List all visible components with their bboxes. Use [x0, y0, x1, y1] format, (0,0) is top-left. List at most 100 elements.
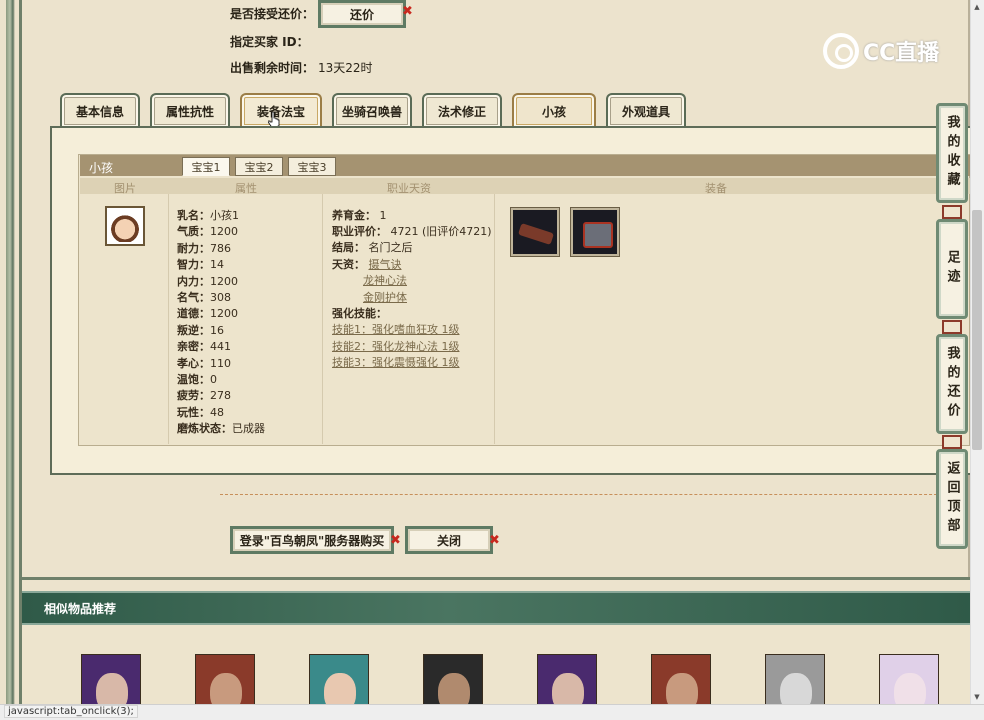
- similar-item-thumbnail[interactable]: [423, 654, 483, 708]
- attribute-value: 308: [210, 291, 231, 304]
- tab-label: 坐骑召唤兽: [341, 104, 402, 119]
- tab-equipment[interactable]: 装备法宝: [240, 93, 322, 127]
- skills-label: 强化技能：: [332, 307, 387, 320]
- child-section-title: 小孩: [89, 161, 114, 175]
- attribute-key: 亲密：: [177, 340, 210, 354]
- eval-row: 职业评价： 4721 (旧评价4721): [332, 223, 492, 239]
- tab-attributes[interactable]: 属性抗性: [150, 93, 230, 127]
- counter-offer-label: 还价: [349, 7, 374, 22]
- gift-link[interactable]: 金刚护体: [363, 289, 407, 305]
- attribute-key: 疲劳：: [177, 389, 210, 403]
- similar-item-thumbnail[interactable]: [309, 654, 369, 708]
- side-back-to-top[interactable]: 返回顶部: [936, 449, 968, 549]
- side-label: 返回顶部: [944, 461, 960, 537]
- tab-mounts-pets[interactable]: 坐骑召唤兽: [332, 93, 412, 127]
- tab-baby-2[interactable]: 宝宝2: [235, 157, 283, 176]
- similar-item-thumbnail[interactable]: [81, 654, 141, 708]
- brand-icon: [823, 33, 859, 69]
- attribute-value: 小孩1: [210, 209, 239, 222]
- counter-offer-button[interactable]: 还价: [318, 0, 406, 28]
- remaining-time-label: 出售剩余时间：: [230, 61, 315, 75]
- attribute-key: 道德：: [177, 307, 210, 321]
- scroll-down-arrow-icon[interactable]: ▼: [972, 692, 982, 702]
- scroll-up-arrow-icon[interactable]: ▲: [972, 2, 982, 12]
- attribute-value: 441: [210, 340, 231, 354]
- skill-link[interactable]: 技能1：强化嗜血狂攻 1级: [332, 321, 460, 337]
- column-header-talent: 职业天资: [387, 182, 431, 195]
- fee-row: 养育金： 1: [332, 207, 387, 223]
- equipment-slot-weapon[interactable]: [511, 208, 559, 256]
- similar-item-thumbnail[interactable]: [765, 654, 825, 708]
- tab-baby-1[interactable]: 宝宝1: [182, 157, 230, 176]
- eval-value: 4721 (旧评价4721): [390, 225, 492, 238]
- column-header-image: 图片: [114, 182, 136, 195]
- skill-link[interactable]: 技能3：强化震慑强化 1级: [332, 354, 460, 370]
- attribute-value: 1200: [210, 225, 238, 239]
- attribute-key: 温饱：: [177, 373, 210, 386]
- login-buy-button[interactable]: 登录"百鸟朝凤"服务器购买: [230, 526, 394, 554]
- similar-item-thumbnail[interactable]: [195, 654, 255, 708]
- side-my-offers[interactable]: 我的还价: [936, 334, 968, 434]
- attribute-value: 1200: [210, 274, 238, 288]
- ending-value: 名门之后: [368, 241, 413, 254]
- side-label: 足迹: [944, 250, 960, 288]
- tab-label: 小孩: [541, 104, 566, 119]
- similar-items-header: [22, 591, 970, 625]
- tab-appearance[interactable]: 外观道具: [606, 93, 686, 127]
- column-header-equipment: 装备: [705, 182, 727, 195]
- side-footprints[interactable]: 足迹: [936, 219, 968, 319]
- tab-children[interactable]: 小孩: [512, 93, 596, 127]
- attribute-key: 乳名：: [177, 209, 210, 222]
- similar-item-thumbnail[interactable]: [879, 654, 939, 708]
- accept-counter-label: 是否接受还价：: [230, 7, 315, 21]
- similar-items-strip: [22, 625, 970, 705]
- tab-label: 宝宝2: [244, 160, 274, 174]
- attribute-value: 110: [210, 356, 231, 370]
- character-face-image: [894, 673, 926, 707]
- character-face-image: [210, 673, 242, 707]
- tab-spell-mod[interactable]: 法术修正: [422, 93, 502, 127]
- similar-item-thumbnail[interactable]: [537, 654, 597, 708]
- tab-basic-info[interactable]: 基本信息: [60, 93, 140, 127]
- attribute-key: 智力：: [177, 258, 210, 272]
- scrollbar-thumb[interactable]: [972, 210, 982, 450]
- side-my-favorites[interactable]: 我的收藏: [936, 103, 968, 203]
- attribute-value: 0: [210, 373, 217, 386]
- similar-item-thumbnail[interactable]: [651, 654, 711, 708]
- character-face-image: [552, 673, 584, 707]
- tab-label: 装备法宝: [256, 104, 305, 119]
- side-connector: [942, 205, 962, 219]
- attribute-key: 耐力：: [177, 241, 210, 255]
- skill-link[interactable]: 技能2：强化龙神心法 1级: [332, 338, 460, 354]
- character-face-image: [324, 673, 356, 707]
- attribute-row: 内力：1200: [177, 273, 238, 289]
- attribute-row: 道德：1200: [177, 305, 238, 321]
- buyer-id-label: 指定买家 ID：: [230, 35, 309, 49]
- attribute-key: 名气：: [177, 291, 210, 304]
- character-face-image: [780, 673, 812, 707]
- watermark-logo: CC直播: [823, 33, 939, 69]
- equipment-slot-armor[interactable]: [571, 208, 619, 256]
- side-label: 我的还价: [944, 346, 960, 422]
- close-x-icon: ✖: [402, 4, 413, 19]
- close-x-icon: ✖: [390, 533, 401, 548]
- close-button[interactable]: 关闭: [405, 526, 493, 554]
- tab-label: 外观道具: [621, 104, 670, 119]
- column-divider: [322, 194, 323, 444]
- attribute-row: 叛逆：16: [177, 322, 224, 338]
- gift-link[interactable]: 摄气诀: [369, 258, 402, 271]
- tab-baby-3[interactable]: 宝宝3: [288, 157, 336, 176]
- attribute-value: 786: [210, 241, 231, 255]
- remaining-time-value: 13天22时: [318, 61, 373, 75]
- tab-label: 宝宝3: [297, 160, 327, 174]
- attribute-key: 叛逆：: [177, 323, 210, 337]
- gift-label: 天资：: [332, 258, 365, 271]
- side-connector: [942, 320, 962, 334]
- fee-value: 1: [379, 209, 387, 222]
- column-divider: [494, 194, 495, 444]
- gift-link[interactable]: 龙神心法: [363, 272, 407, 288]
- character-face-image: [666, 673, 698, 707]
- attribute-key: 孝心：: [177, 356, 210, 370]
- attribute-value: 278: [210, 389, 231, 403]
- child-face-image: [109, 210, 141, 242]
